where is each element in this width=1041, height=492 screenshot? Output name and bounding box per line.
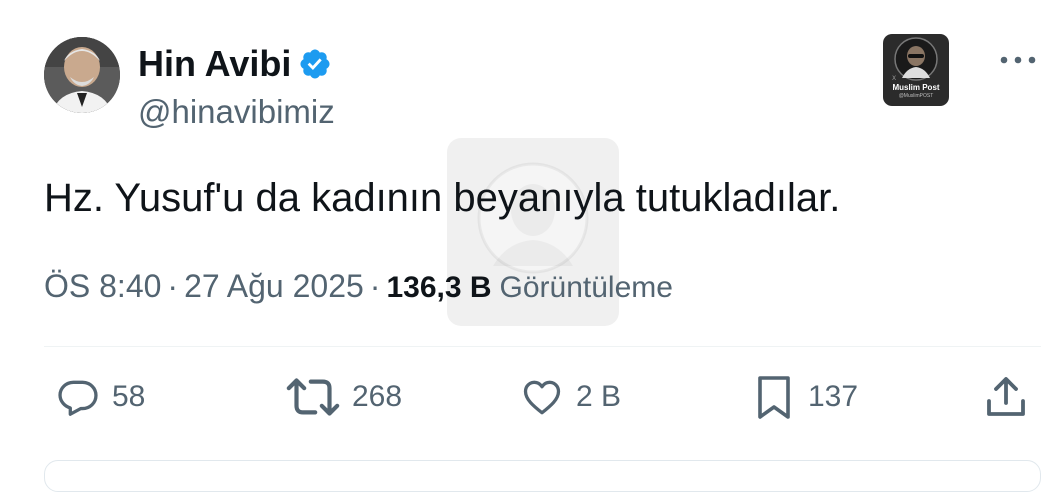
tweet-date[interactable]: 27 Ağu 2025: [184, 270, 364, 302]
reply-button[interactable]: 58: [52, 371, 145, 423]
share-icon: [987, 377, 1025, 416]
muslim-post-logo: X Muslim Post @MuslimPOST: [883, 34, 949, 106]
muslim-post-logo-subtitle: @MuslimPOST: [898, 93, 934, 99]
repost-count: 268: [352, 380, 403, 413]
reply-icon: [58, 380, 98, 416]
bookmark-count: 137: [808, 380, 859, 413]
share-button[interactable]: [980, 371, 1032, 423]
like-button[interactable]: 2 B: [516, 371, 621, 423]
bookmark-button[interactable]: 137: [748, 371, 858, 423]
tweet-meta: ÖS 8:40 · 27 Ağu 2025 · 136,3 B Görüntül…: [44, 270, 673, 303]
divider: [44, 346, 1041, 347]
bookmark-icon: [758, 376, 790, 419]
views-label[interactable]: Görüntüleme: [500, 273, 673, 303]
avatar-image: [44, 37, 120, 113]
reply-compose-box[interactable]: [44, 460, 1041, 492]
author-avatar[interactable]: [44, 37, 120, 113]
verified-badge-icon: [300, 49, 330, 79]
meta-separator: ·: [167, 268, 179, 304]
muslim-post-logo-image: X: [892, 37, 938, 82]
meta-separator: ·: [369, 268, 381, 304]
author-display-name[interactable]: Hin Avibi: [138, 46, 291, 82]
reply-count: 58: [112, 380, 146, 413]
tweet-time[interactable]: ÖS 8:40: [44, 270, 161, 302]
author-handle[interactable]: @hinavibimiz: [138, 95, 335, 128]
muslim-post-logo-title: Muslim Post: [892, 83, 940, 92]
more-icon[interactable]: [996, 48, 1040, 72]
like-count: 2 B: [576, 380, 622, 413]
like-icon: [523, 380, 561, 415]
tweet-text: Hz. Yusuf'u da kadının beyanıyla tutukla…: [44, 176, 841, 220]
repost-button[interactable]: 268: [282, 371, 402, 423]
svg-text:X: X: [892, 75, 896, 82]
repost-icon: [286, 378, 340, 416]
views-count[interactable]: 136,3 B: [386, 273, 491, 303]
author-name-row[interactable]: Hin Avibi: [138, 42, 332, 86]
